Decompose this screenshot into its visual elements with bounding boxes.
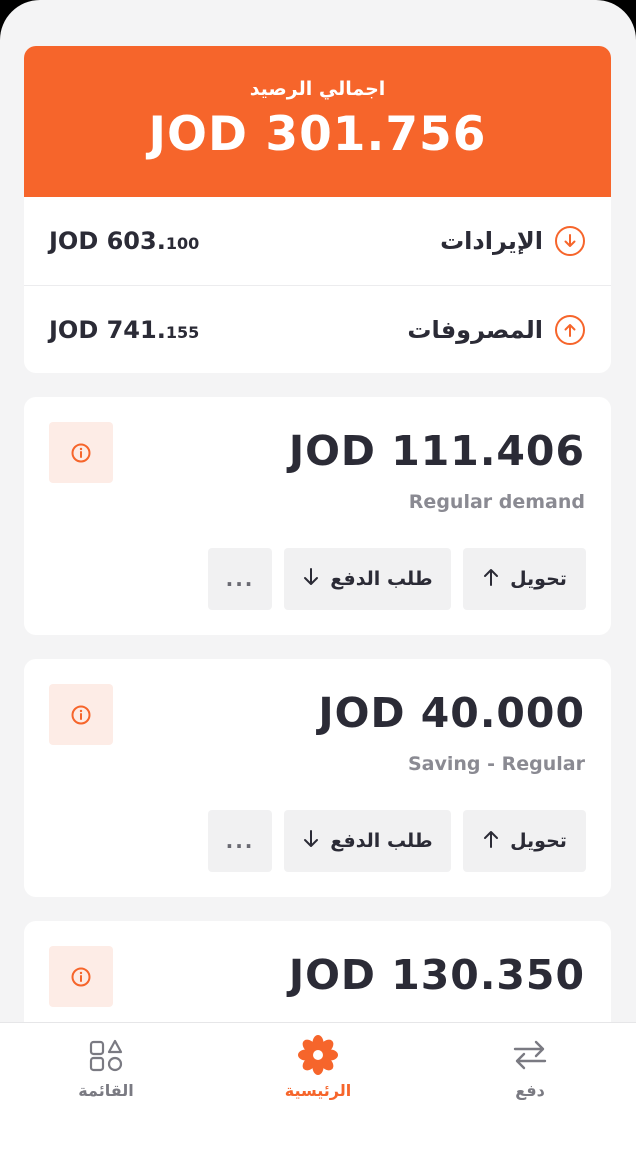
balance-header: اجمالي الرصيد JOD 301.756 bbox=[24, 46, 611, 197]
transfer-label: تحويل bbox=[510, 830, 567, 852]
arrow-down-icon bbox=[302, 829, 320, 854]
request-payment-button[interactable]: طلب الدفع bbox=[284, 810, 451, 872]
info-icon bbox=[71, 705, 91, 724]
arrow-down-circle-icon bbox=[555, 226, 585, 256]
info-icon bbox=[71, 443, 91, 462]
account-type: Saving - Regular bbox=[408, 753, 585, 775]
account-balance: JOD 111.406 bbox=[288, 427, 585, 475]
transfer-button[interactable]: تحويل bbox=[463, 810, 586, 872]
arrow-down-icon bbox=[302, 567, 320, 592]
account-card: JOD 111.406 Regular demand ... طلب الدفع… bbox=[24, 397, 611, 635]
nav-label-home: الرئيسية bbox=[284, 1081, 352, 1100]
income-label: الإيرادات bbox=[440, 227, 543, 255]
expenses-amount: JOD 741.155 bbox=[49, 315, 200, 344]
info-button[interactable] bbox=[49, 422, 113, 483]
more-icon: ... bbox=[225, 567, 255, 591]
info-icon bbox=[71, 967, 91, 986]
flower-home-icon bbox=[253, 1035, 383, 1075]
more-button[interactable]: ... bbox=[208, 548, 272, 610]
account-balance: JOD 40.000 bbox=[318, 689, 585, 737]
transfer-button[interactable]: تحويل bbox=[463, 548, 586, 610]
balance-card: اجمالي الرصيد JOD 301.756 JOD 603.100 ال… bbox=[24, 46, 611, 373]
request-payment-label: طلب الدفع bbox=[330, 830, 433, 852]
balance-amount: JOD 301.756 bbox=[148, 107, 487, 162]
more-icon: ... bbox=[225, 829, 255, 853]
home-screen: اجمالي الرصيد JOD 301.756 JOD 603.100 ال… bbox=[0, 0, 636, 1167]
account-balance: JOD 130.350 bbox=[288, 951, 585, 999]
account-type: Regular demand bbox=[408, 491, 585, 513]
transfer-arrows-icon bbox=[465, 1035, 595, 1075]
arrow-up-icon bbox=[482, 567, 500, 592]
arrow-up-icon bbox=[482, 829, 500, 854]
info-button[interactable] bbox=[49, 946, 113, 1007]
request-payment-button[interactable]: طلب الدفع bbox=[284, 548, 451, 610]
transfer-label: تحويل bbox=[510, 568, 567, 590]
arrow-up-circle-icon bbox=[555, 314, 585, 345]
more-button[interactable]: ... bbox=[208, 810, 272, 872]
shapes-menu-icon bbox=[41, 1035, 171, 1075]
nav-item-home[interactable]: الرئيسية bbox=[253, 1035, 383, 1100]
nav-item-menu[interactable]: القائمة bbox=[41, 1035, 171, 1100]
balance-label: اجمالي الرصيد bbox=[249, 78, 386, 100]
income-amount: JOD 603.100 bbox=[49, 227, 200, 255]
expenses-label: المصروفات bbox=[407, 315, 543, 344]
income-row[interactable]: JOD 603.100 الإيرادات bbox=[24, 197, 611, 285]
request-payment-label: طلب الدفع bbox=[330, 568, 433, 590]
nav-label-pay: دفع bbox=[515, 1081, 545, 1100]
info-button[interactable] bbox=[49, 684, 113, 745]
bottom-nav: القائمة الرئيسية دفع bbox=[0, 1022, 636, 1167]
expenses-row[interactable]: JOD 741.155 المصروفات bbox=[24, 285, 611, 373]
account-card: JOD 40.000 Saving - Regular ... طلب الدف… bbox=[24, 659, 611, 897]
nav-item-pay[interactable]: دفع bbox=[465, 1035, 595, 1100]
nav-label-menu: القائمة bbox=[78, 1081, 134, 1100]
